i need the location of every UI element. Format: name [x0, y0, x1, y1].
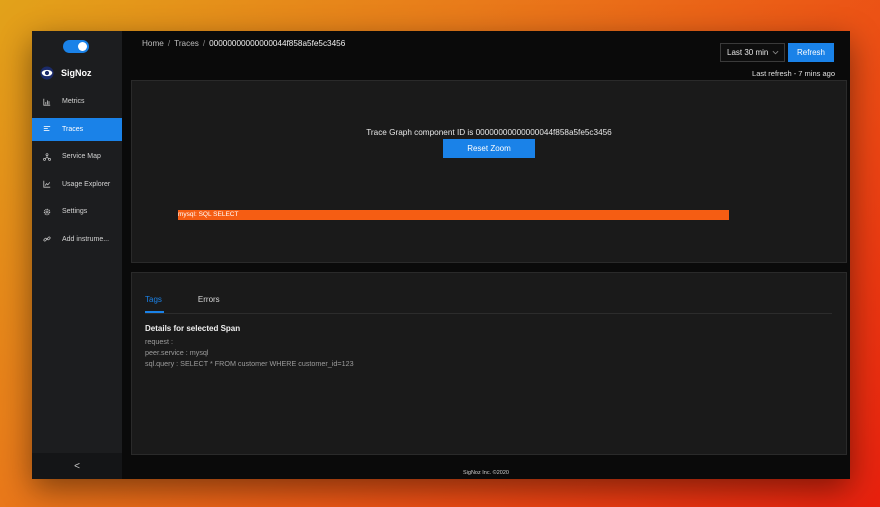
- breadcrumb-separator: /: [202, 39, 206, 48]
- deployment-unit-icon: [43, 152, 51, 161]
- line-chart-icon: [43, 180, 51, 188]
- sidebar-item-service-map[interactable]: Service Map: [32, 145, 122, 168]
- time-range-value: Last 30 min: [727, 48, 769, 57]
- breadcrumb-trace-id: 00000000000000044f858a5fe5c3456: [209, 39, 346, 48]
- breadcrumb: Home / Traces/00000000000000044f858a5fe5c3…: [142, 39, 345, 48]
- trace-graph-panel: Trace Graph component ID is 000000000000…: [131, 80, 847, 263]
- breadcrumb-separator: /: [167, 39, 171, 48]
- tabs-divider: [145, 313, 832, 314]
- brand[interactable]: SigNoz: [40, 66, 92, 80]
- toggle-knob: [78, 42, 87, 51]
- time-range-select[interactable]: Last 30 min: [720, 43, 785, 62]
- sidebar-item-settings[interactable]: Settings: [32, 200, 122, 223]
- tab-tags[interactable]: Tags: [145, 295, 164, 313]
- signoz-eye-icon: [40, 66, 54, 80]
- brand-name: SigNoz: [61, 68, 92, 78]
- sidebar-item-label: Metrics: [62, 98, 85, 105]
- sidebar: SigNoz Metrics Traces Service Map Usage …: [32, 31, 122, 479]
- gear-icon: [43, 208, 51, 215]
- chevron-left-icon: <: [74, 460, 80, 472]
- sidebar-item-traces[interactable]: Traces: [32, 117, 122, 141]
- trace-graph-title: Trace Graph component ID is 000000000000…: [366, 128, 612, 137]
- details-tabs: Tags Errors: [145, 295, 220, 313]
- sidebar-nav: Metrics Traces Service Map Usage Explore…: [32, 90, 122, 255]
- sidebar-item-label: Settings: [62, 208, 88, 215]
- app-window: SigNoz Metrics Traces Service Map Usage …: [32, 31, 850, 479]
- last-refresh-text: Last refresh - 7 mins ago: [752, 69, 835, 78]
- span-details: Details for selected Span request : peer…: [145, 324, 354, 369]
- breadcrumb-traces[interactable]: Traces: [174, 39, 199, 48]
- detail-peer-service: peer.service : mysql: [145, 348, 209, 357]
- details-heading: Details for selected Span: [145, 324, 241, 333]
- sidebar-collapse-button[interactable]: <: [32, 453, 122, 479]
- sidebar-item-label: Add instrume...: [62, 235, 110, 243]
- span-details-panel: Tags Errors Details for selected Span re…: [131, 272, 847, 455]
- sidebar-item-usage-explorer[interactable]: Usage Explorer: [32, 173, 122, 196]
- detail-sql-query: sql.query : SELECT * FROM customer WHERE…: [145, 359, 354, 368]
- tab-errors[interactable]: Errors: [198, 295, 220, 312]
- sidebar-item-label: Service Map: [62, 153, 101, 160]
- span-label: mysql: SQL SELECT: [178, 211, 239, 218]
- sidebar-item-metrics[interactable]: Metrics: [32, 90, 122, 113]
- trace-span-bar[interactable]: mysql: SQL SELECT: [178, 210, 729, 220]
- sidebar-item-add-instrumentation[interactable]: Add instrume...: [32, 228, 122, 251]
- chevron-down-icon: [772, 50, 779, 55]
- sidebar-item-label: Traces: [62, 125, 84, 133]
- sidebar-item-label: Usage Explorer: [62, 180, 111, 188]
- detail-request: request :: [145, 337, 173, 346]
- list-align-icon: [43, 126, 51, 131]
- theme-toggle[interactable]: [63, 40, 89, 53]
- breadcrumb-home[interactable]: Home: [142, 39, 164, 48]
- footer-copyright: SigNoz Inc. ©2020: [463, 470, 509, 476]
- link-icon: [43, 236, 51, 242]
- refresh-button[interactable]: Refresh: [788, 43, 834, 62]
- bar-chart-icon: [43, 98, 51, 106]
- reset-zoom-button[interactable]: Reset Zoom: [443, 139, 535, 158]
- main-content: Home / Traces/00000000000000044f858a5fe5c3…: [122, 31, 850, 479]
